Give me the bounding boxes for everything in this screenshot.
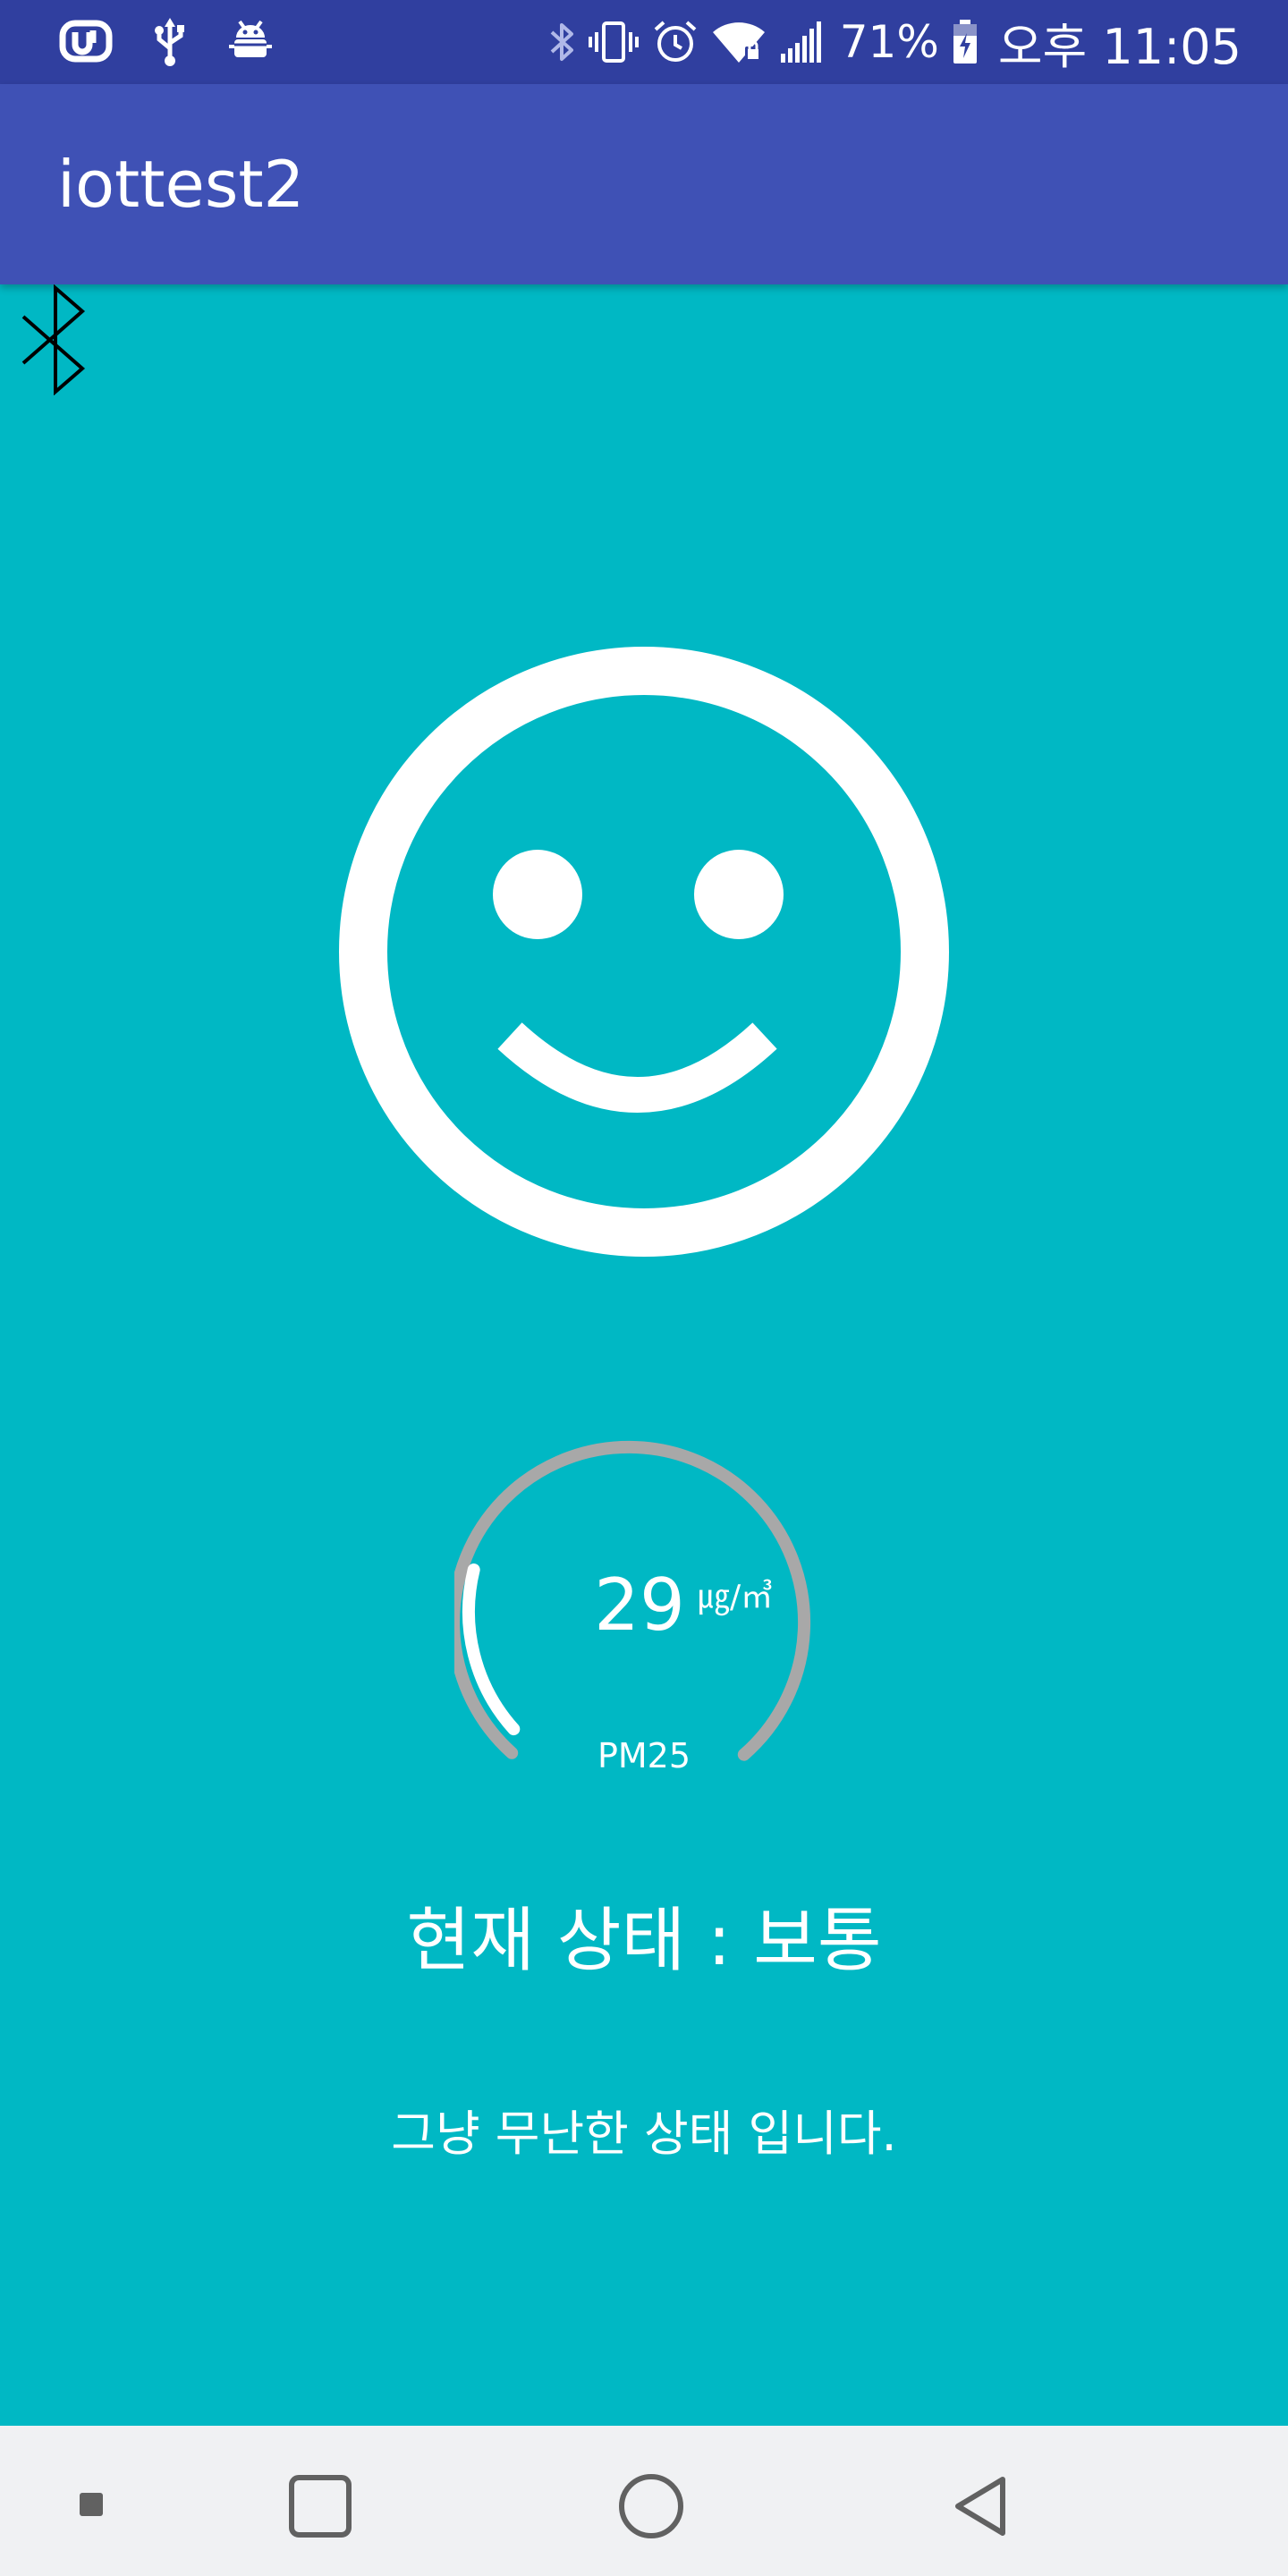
wifi-icon <box>711 20 767 64</box>
home-icon <box>618 2473 684 2543</box>
status-bar-right-icons: 71% 오후 11:05 <box>548 13 1241 75</box>
recents-icon <box>288 2474 352 2542</box>
battery-charging-icon <box>952 19 979 65</box>
navigation-bar <box>0 2426 1288 2576</box>
android-debug-icon <box>227 18 274 68</box>
menu-dot-icon <box>80 2493 103 2520</box>
status-bar-left-icons <box>59 16 274 70</box>
gauge-label: PM25 <box>597 1736 691 1775</box>
recents-button[interactable] <box>275 2463 365 2553</box>
app-title: iottest2 <box>57 147 305 222</box>
usb-icon <box>152 16 188 70</box>
battery-percent: 71% <box>839 16 939 68</box>
bluetooth-connect-button[interactable] <box>20 284 88 396</box>
status-description: 그냥 무난한 상태 입니다. <box>391 2106 897 2162</box>
back-button[interactable] <box>936 2463 1025 2553</box>
vibrate-icon <box>588 20 640 64</box>
gauge-value: 29 <box>594 1563 685 1647</box>
app-bar: iottest2 <box>0 84 1288 284</box>
home-button[interactable] <box>606 2463 696 2553</box>
status-title: 현재 상태 : 보통 <box>406 1901 882 1981</box>
bluetooth-icon <box>20 284 88 399</box>
gauge-unit: ㎍/㎥ <box>698 1579 774 1615</box>
clock: 오후 11:05 <box>997 18 1241 75</box>
status-bar: 71% 오후 11:05 <box>0 0 1288 84</box>
menu-dot-button[interactable] <box>70 2485 113 2528</box>
bluetooth-icon <box>548 20 575 64</box>
u-plus-icon <box>59 18 113 68</box>
alarm-icon <box>652 19 699 65</box>
signal-icon <box>779 20 824 64</box>
back-icon <box>951 2474 1010 2542</box>
smiley-face-icon <box>338 646 950 1258</box>
